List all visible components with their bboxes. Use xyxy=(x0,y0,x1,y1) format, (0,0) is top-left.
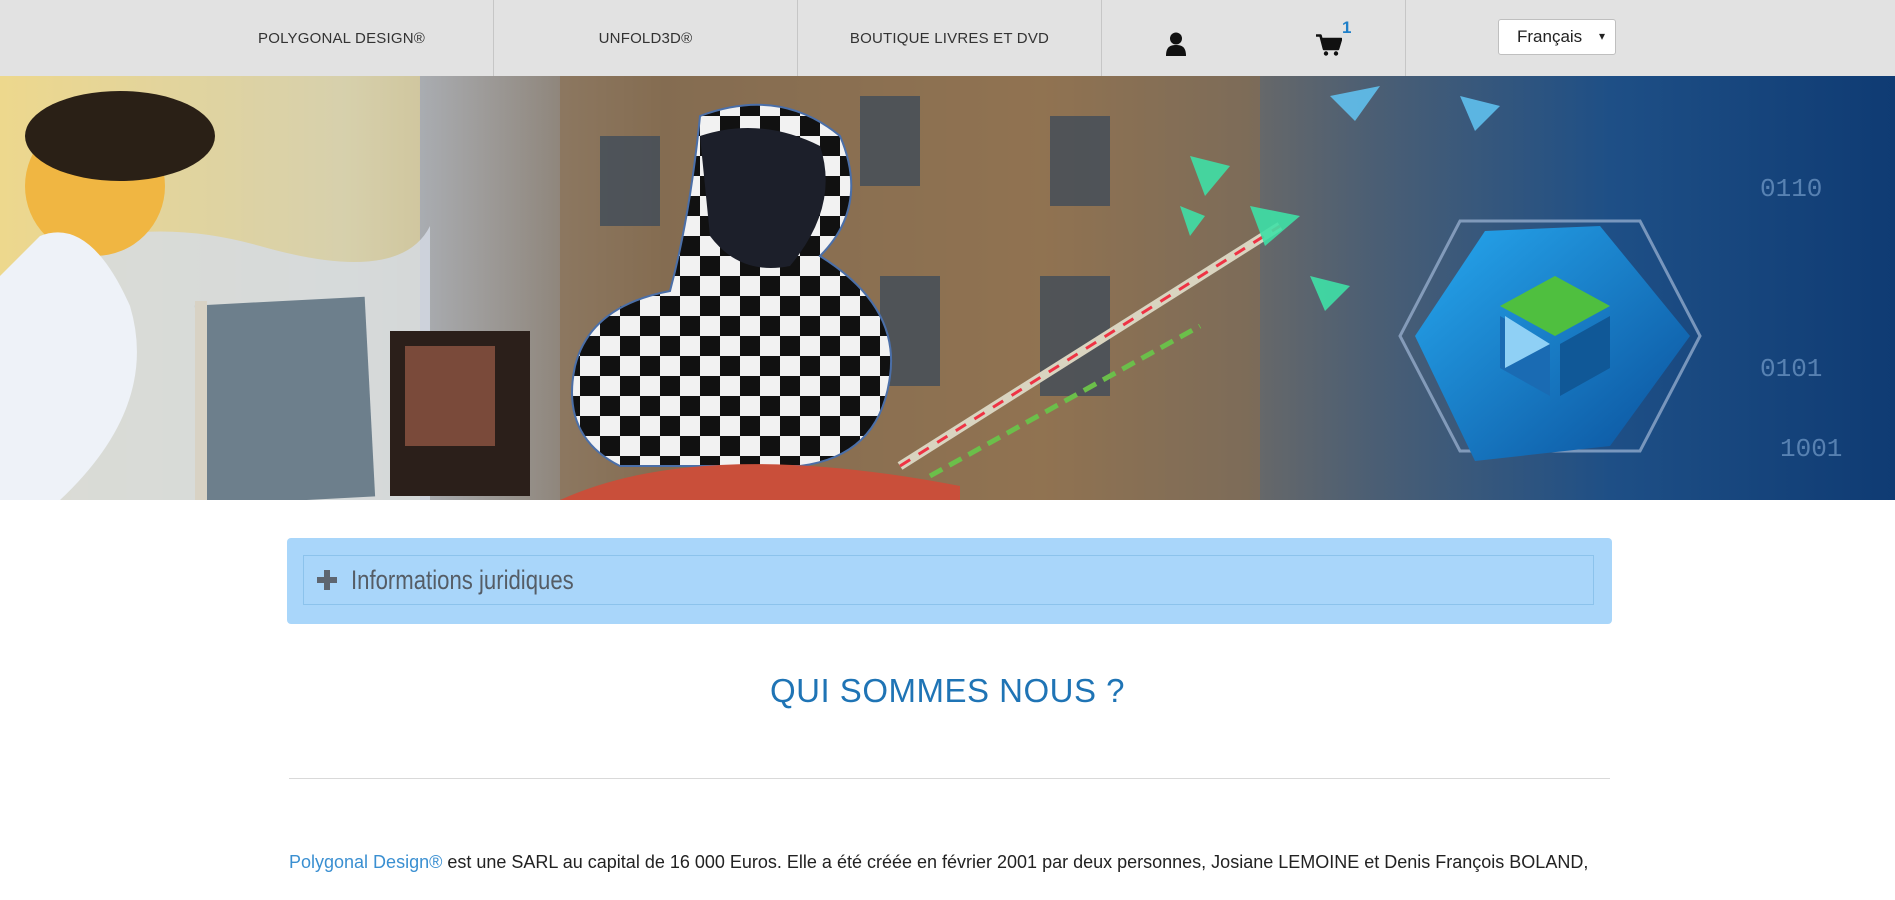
page-title: QUI SOMMES NOUS ? xyxy=(769,672,1126,709)
top-navigation: POLYGONAL DESIGN® UNFOLD3D® BOUTIQUE LIV… xyxy=(0,0,1895,76)
svg-text:0110: 0110 xyxy=(1760,174,1822,204)
legal-info-accordion: Informations juridiques xyxy=(287,538,1612,624)
nav-divider xyxy=(1405,0,1406,76)
chevron-down-icon: ▾ xyxy=(1598,29,1605,43)
user-account-button[interactable] xyxy=(1160,28,1192,60)
nav-divider xyxy=(1101,0,1102,76)
about-text: est une SARL au capital de 16 000 Euros.… xyxy=(442,852,1589,872)
hero-banner: 0110 0101 1001 xyxy=(0,76,1895,500)
divider xyxy=(289,778,1610,779)
plus-icon xyxy=(317,570,337,590)
nav-unfold3d[interactable]: UNFOLD3D® xyxy=(494,0,797,76)
user-icon xyxy=(1166,32,1186,56)
polygonal-design-link[interactable]: Polygonal Design® xyxy=(289,852,442,872)
language-selected-value: Français xyxy=(1517,27,1583,46)
cart-button[interactable] xyxy=(1312,30,1346,60)
nav-boutique[interactable]: BOUTIQUE LIVRES ET DVD xyxy=(798,0,1101,76)
svg-text:0101: 0101 xyxy=(1760,354,1822,384)
svg-text:1001: 1001 xyxy=(1780,434,1842,464)
accordion-title: Informations juridiques xyxy=(351,564,574,595)
nav-polygonal-design[interactable]: POLYGONAL DESIGN® xyxy=(190,0,493,76)
cart-count-badge: 1 xyxy=(1342,18,1352,37)
language-select[interactable]: Français ▾ xyxy=(1498,19,1616,55)
legal-info-accordion-header[interactable]: Informations juridiques xyxy=(303,555,1594,605)
shopping-cart-icon xyxy=(1316,34,1342,56)
about-paragraph: Polygonal Design® est une SARL au capita… xyxy=(289,852,1619,873)
hero-banner-image: 0110 0101 1001 xyxy=(0,76,1895,500)
